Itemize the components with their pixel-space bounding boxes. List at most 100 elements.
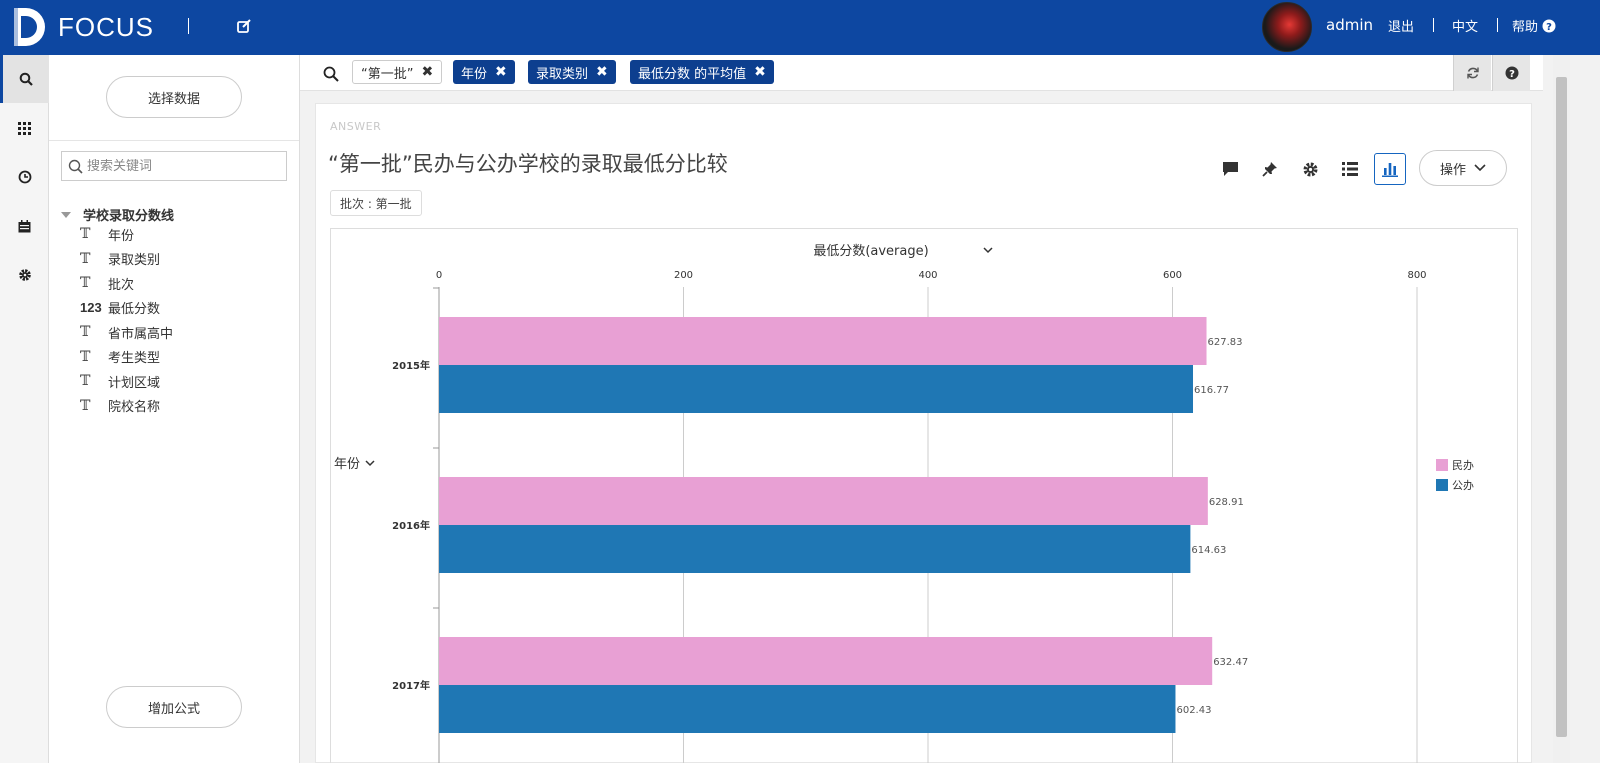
tree-root[interactable]: 学校录取分数线 [61,205,174,224]
field-item[interactable]: 𝕋 院校名称 [80,396,160,416]
page-scrollbar[interactable] [1553,55,1570,763]
x-axis-label: 最低分数(average) [813,244,928,259]
svg-text:?: ? [1546,22,1552,33]
scrollbar-thumb[interactable] [1556,77,1567,737]
settings-icon [1303,162,1317,176]
text-type-icon: 𝕋 [80,250,91,267]
logo-mark-icon [14,8,45,46]
question-icon: ? [1505,66,1518,80]
text-type-icon: 𝕋 [80,324,91,340]
comment-button[interactable] [1214,153,1246,185]
user-name[interactable]: admin [1326,16,1373,34]
x-tick-label: 200 [674,270,693,281]
operate-dropdown[interactable]: 操作 [1419,150,1507,186]
tree-root-label: 学校录取分数线 [83,209,175,224]
rail-apps[interactable] [0,104,49,152]
answer-title: “第一批”民办与公办学校的录取最低分比较 [328,152,728,176]
remove-token-icon[interactable]: ✖ [754,64,766,80]
text-type-icon: 𝕋 [80,397,91,414]
collapse-triangle-icon[interactable] [61,211,71,218]
field-search-input[interactable] [87,158,277,174]
help-button[interactable]: ? [1492,55,1530,91]
query-token[interactable]: 最低分数 的平均值 ✖ [630,60,774,84]
query-token[interactable]: “第一批” ✖ [352,60,443,84]
search-icon [323,66,339,82]
remove-token-icon[interactable]: ✖ [596,64,608,80]
filter-tag[interactable]: 批次 : 第一批 [330,190,422,216]
query-token[interactable]: 录取类别 ✖ [528,60,616,84]
legend-label: 民办 [1452,459,1474,472]
svg-text:?: ? [1509,69,1515,80]
x-axis-chevron-icon [983,247,993,254]
query-token-label: 录取类别 [536,66,589,82]
table-view-button[interactable] [1334,153,1366,185]
rail-history[interactable] [0,153,49,201]
operate-label: 操作 [1439,162,1466,178]
rail-calendar[interactable] [0,202,49,250]
pin-button[interactable] [1254,153,1286,185]
field-item[interactable]: 𝕋 省市属高中 [80,322,173,342]
top-divider [188,18,189,34]
add-formula-button[interactable]: 增加公式 [106,686,242,728]
history-clock-icon [18,170,31,184]
query-bar[interactable]: “第一批” ✖ 年份 ✖ 录取类别 ✖ 最低分数 的平均值 ✖ ? [300,55,1543,91]
table-view-icon [1342,162,1358,176]
rail-settings[interactable] [0,251,49,299]
logo-text: FOCUS [58,11,154,42]
field-label: 批次 [108,277,135,293]
y-axis-label: 年份 [334,457,360,472]
query-token-label: “第一批” [361,66,414,82]
text-type-icon: 𝕋 [80,226,91,242]
bar-chart-icon [1382,163,1398,177]
bar [439,525,1191,573]
data-label: 632.47 [1213,657,1248,668]
answer-section-label: ANSWER [330,120,382,133]
search-icon [68,159,83,174]
field-item[interactable]: 𝕋 年份 [80,224,134,244]
field-label: 省市属高中 [108,326,174,342]
bar-chart: 最低分数(average) 0 200 400 600 800 年份 2015年 627.83 6… [334,244,1474,763]
data-label: 627.83 [1208,337,1243,348]
data-label: 616.77 [1194,385,1229,396]
field-label: 计划区域 [108,375,161,391]
text-type-icon: 𝕋 [80,348,91,365]
rail-search[interactable] [0,55,49,103]
help-link[interactable]: 帮助 ? [1512,16,1556,35]
language-link[interactable]: 中文 [1452,16,1478,35]
field-search[interactable] [61,151,287,181]
top-separator [1497,18,1498,32]
pin-icon [1262,162,1277,177]
number-type-icon: 123 [80,300,102,315]
bar [439,365,1194,413]
x-tick-label: 0 [436,270,442,281]
search-icon [19,72,33,86]
edit-icon[interactable] [236,18,252,38]
remove-token-icon[interactable]: ✖ [421,64,433,80]
chart-view-button[interactable] [1374,153,1406,185]
query-token[interactable]: 年份 ✖ [453,60,515,84]
field-item[interactable]: 𝕋 考生类型 [80,347,160,367]
field-item[interactable]: 𝕋 批次 [80,273,134,293]
remove-token-icon[interactable]: ✖ [495,64,507,80]
chart-area: 最低分数(average) 0 200 400 600 800 年份 2015年 627.83 6… [330,228,1518,763]
field-item[interactable]: 123 最低分数 [80,298,160,318]
chart-settings-button[interactable] [1294,153,1326,185]
field-label: 最低分数 [108,302,161,317]
help-label: 帮助 [1512,20,1539,35]
field-item[interactable]: 𝕋 计划区域 [80,371,160,391]
calendar-icon [18,219,31,232]
legend-swatch [1436,459,1448,471]
logout-link[interactable]: 退出 [1388,16,1414,35]
data-label: 602.43 [1176,705,1211,716]
bar [439,685,1176,733]
text-type-icon: 𝕋 [80,373,91,389]
refresh-icon [1466,67,1479,79]
field-item[interactable]: 𝕋 录取类别 [80,249,160,269]
avatar[interactable] [1262,2,1312,52]
select-data-button[interactable]: 选择数据 [106,76,242,118]
data-label: 614.63 [1191,545,1226,556]
query-token-label: 最低分数 的平均值 [638,66,747,82]
refresh-button[interactable] [1453,55,1491,91]
answer-card: ANSWER “第一批”民办与公办学校的录取最低分比较 批次 : 第一批 操作 … [315,103,1532,763]
app-logo[interactable]: FOCUS [10,6,154,48]
